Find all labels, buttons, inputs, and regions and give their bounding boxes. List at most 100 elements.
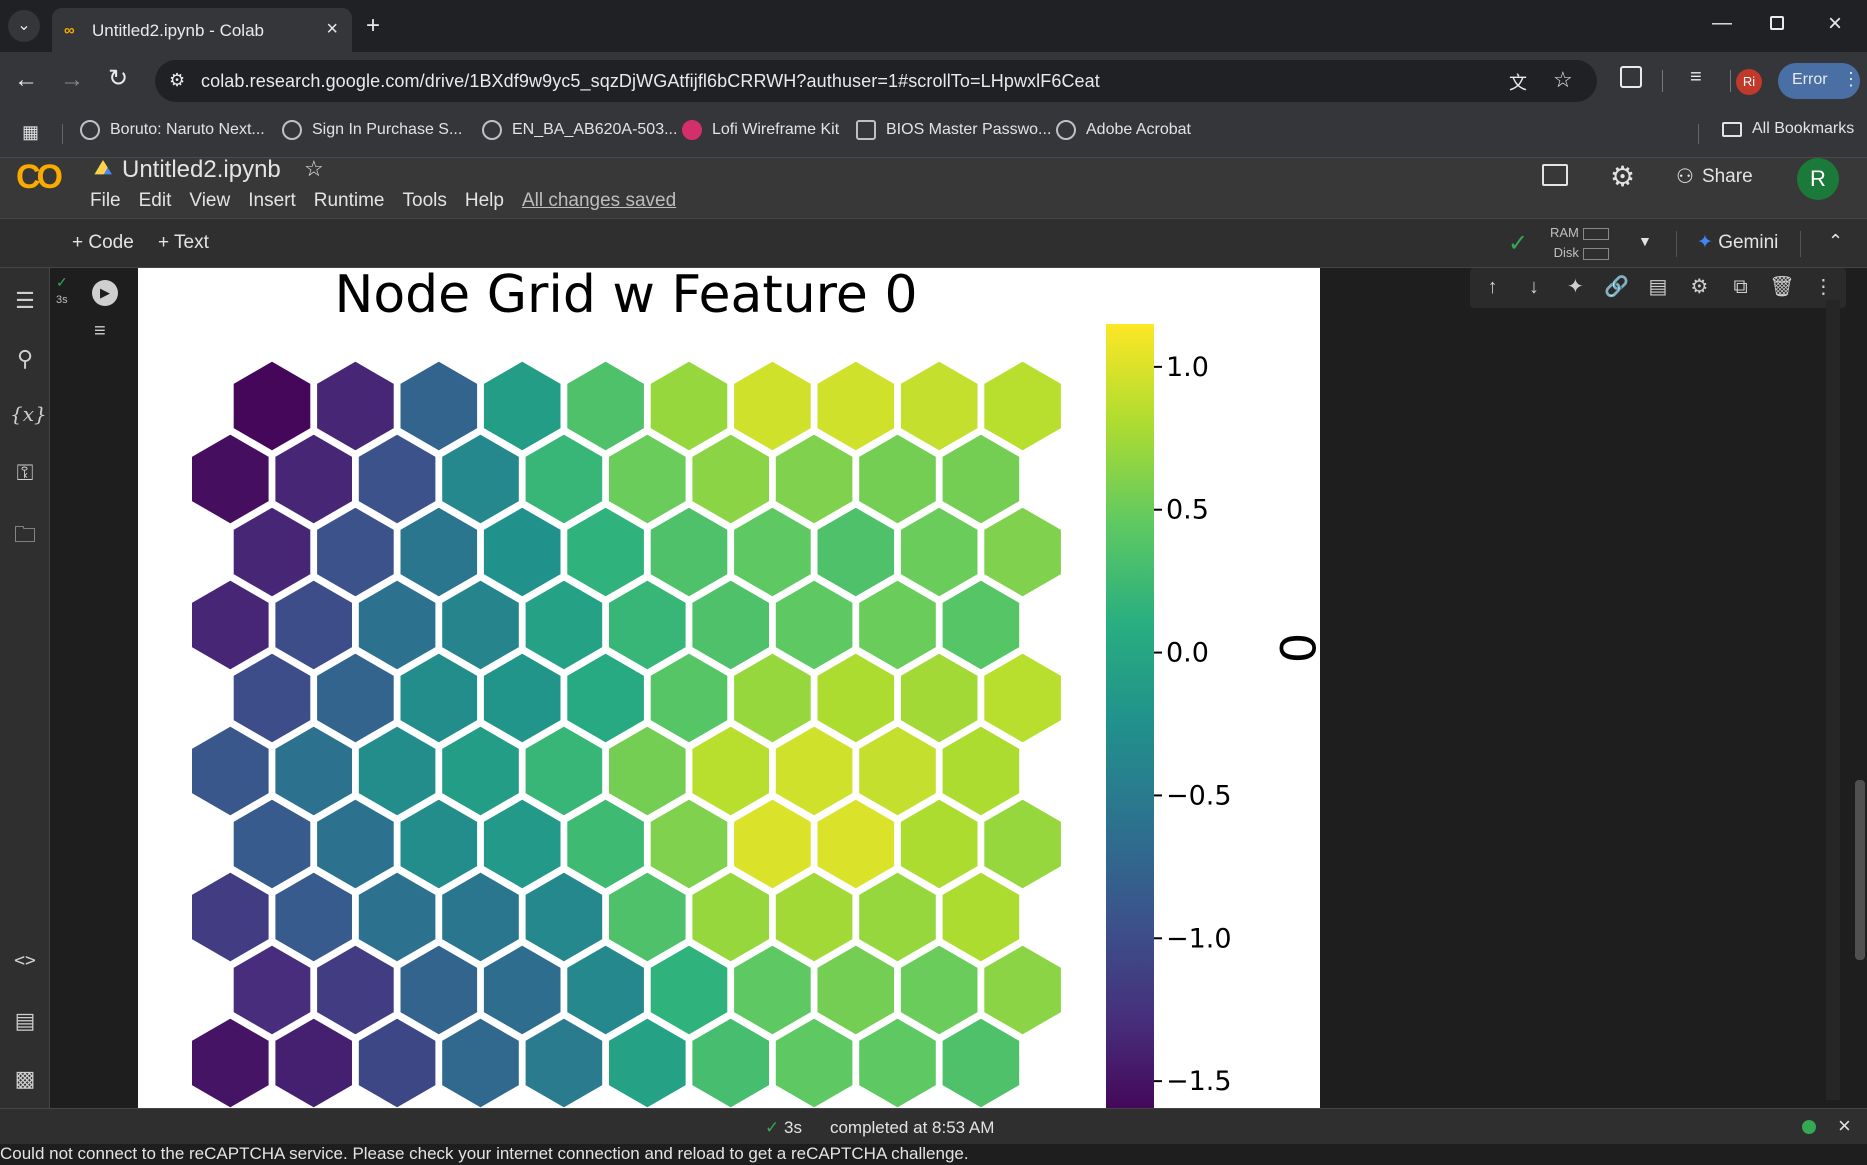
colorbar-tick-label: 0.0 <box>1166 638 1209 669</box>
hex-cell <box>189 577 272 673</box>
search-icon[interactable]: ⚲ <box>10 346 40 376</box>
profile-avatar[interactable]: Ri <box>1736 69 1762 95</box>
colorbar-tick-label: 1.0 <box>1166 352 1209 383</box>
browser-tab-active[interactable]: ∞ Untitled2.ipynb - Colab × <box>52 8 352 52</box>
hex-cell <box>981 650 1064 746</box>
save-status[interactable]: All changes saved <box>522 190 676 212</box>
cell-settings-icon[interactable]: ⚙ <box>1687 274 1712 300</box>
menu-view[interactable]: View <box>189 190 230 212</box>
reload-icon[interactable]: ↻ <box>108 64 128 93</box>
share-button[interactable]: ⚇ Share <box>1676 164 1753 189</box>
hex-cell <box>272 1015 355 1108</box>
new-tab-button[interactable]: + <box>366 12 380 40</box>
resource-monitor[interactable]: RAM Disk <box>1550 223 1609 263</box>
colab-logo[interactable]: CO <box>16 158 63 197</box>
runtime-dropdown-icon[interactable]: ▼ <box>1638 233 1652 249</box>
status-message: completed at 8:53 AM <box>829 1118 995 1137</box>
output-actions-icon[interactable]: ≡ <box>94 320 106 343</box>
page-scrollbar-thumb[interactable] <box>1855 780 1865 960</box>
star-icon[interactable]: ☆ <box>304 156 324 182</box>
user-avatar[interactable]: R <box>1797 158 1839 200</box>
more-vert-icon: ⋮ <box>1842 69 1860 89</box>
translate-icon[interactable]: 文 <box>1509 69 1527 95</box>
notebook-title[interactable]: Untitled2.ipynb <box>122 156 281 184</box>
move-down-icon[interactable]: ↓ <box>1521 274 1546 300</box>
window-close-button[interactable]: × <box>1828 10 1842 38</box>
link-icon[interactable]: 🔗 <box>1604 274 1629 300</box>
menu-tools[interactable]: Tools <box>403 190 447 212</box>
more-vert-icon[interactable]: ⋮ <box>1811 274 1836 300</box>
terminal-icon[interactable]: ▩ <box>10 1066 40 1096</box>
bookmark-star-icon[interactable]: ☆ <box>1553 67 1573 93</box>
command-palette-icon[interactable]: ▤ <box>10 1008 40 1038</box>
hex-cell <box>564 358 647 454</box>
hex-cell <box>230 650 314 746</box>
connection-status-dot[interactable] <box>1802 1120 1816 1134</box>
hex-cell <box>772 723 856 819</box>
secrets-key-icon[interactable]: ⚿ <box>10 460 40 490</box>
hex-cell <box>314 796 397 892</box>
delete-icon[interactable]: 🗑 <box>1769 274 1794 300</box>
back-icon[interactable]: ← <box>14 66 38 94</box>
menu-runtime[interactable]: Runtime <box>314 190 385 212</box>
bookmark-item[interactable]: Adobe Acrobat <box>1056 120 1191 140</box>
comments-icon[interactable] <box>1542 164 1568 186</box>
bookmark-item[interactable]: BIOS Master Passwo... <box>856 120 1051 140</box>
hex-cell <box>939 1015 1023 1108</box>
address-bar[interactable]: ⚙ colab.research.google.com/drive/1BXdf9… <box>155 60 1597 102</box>
tab-search-button[interactable]: ⌄ <box>8 10 40 42</box>
left-sidebar: ☰ ⚲ {x} ⚿ 🗀 <> ▤ ▩ <box>0 268 50 1108</box>
hex-cell <box>772 869 856 965</box>
gemini-button[interactable]: ✦ Gemini <box>1697 231 1778 254</box>
hex-cell <box>272 723 355 819</box>
add-text-button[interactable]: + Text <box>158 232 209 254</box>
menu-help[interactable]: Help <box>465 190 504 212</box>
bookmark-item[interactable]: Boruto: Naruto Next... <box>80 120 265 140</box>
browser-error-button[interactable]: Error ⋮ <box>1778 63 1860 99</box>
mirror-cell-icon[interactable]: ⧉ <box>1728 274 1753 300</box>
bookmark-item[interactable]: EN_BA_AB620A-503... <box>482 120 677 140</box>
recaptcha-warning: Could not connect to the reCAPTCHA servi… <box>0 1144 1867 1165</box>
hex-cell <box>230 358 314 454</box>
divider <box>1676 231 1677 257</box>
hex-cell <box>814 942 898 1038</box>
site-info-icon[interactable]: ⚙ <box>169 70 185 91</box>
bookmark-item[interactable]: Sign In Purchase S... <box>282 120 462 140</box>
menu-edit[interactable]: Edit <box>139 190 172 212</box>
variables-icon[interactable]: {x} <box>10 402 47 432</box>
hex-cell <box>731 650 814 746</box>
hex-cell <box>772 1015 856 1108</box>
settings-gear-icon[interactable]: ⚙ <box>1610 160 1635 193</box>
add-code-button[interactable]: + Code <box>72 232 134 254</box>
apps-grid-icon[interactable]: ▦ <box>22 122 39 143</box>
comment-icon[interactable]: ▤ <box>1645 274 1670 300</box>
all-bookmarks-button[interactable]: All Bookmarks <box>1722 120 1854 138</box>
bookmark-item[interactable]: Lofi Wireframe Kit <box>682 120 839 140</box>
hex-cell <box>439 577 522 673</box>
minimize-button[interactable]: — <box>1712 12 1732 35</box>
url-text[interactable]: colab.research.google.com/drive/1BXdf9w9… <box>201 71 1100 92</box>
hex-cell <box>272 869 355 965</box>
run-cell-button[interactable]: ▶ <box>92 280 118 306</box>
hex-cell <box>397 358 481 454</box>
media-control-icon[interactable]: ≡ <box>1690 66 1702 89</box>
restore-button[interactable] <box>1770 16 1784 30</box>
menu-file[interactable]: File <box>90 190 121 212</box>
code-snippets-icon[interactable]: <> <box>10 950 40 980</box>
hex-cell <box>355 869 439 965</box>
collapse-chevron-icon[interactable]: ⌃ <box>1828 231 1843 252</box>
table-of-contents-icon[interactable]: ☰ <box>10 288 40 318</box>
tab-close-icon[interactable]: × <box>326 18 338 41</box>
hex-cell <box>480 796 564 892</box>
hex-cell <box>606 723 689 819</box>
hex-cell <box>397 796 481 892</box>
extensions-icon[interactable] <box>1620 66 1642 88</box>
files-folder-icon[interactable]: 🗀 <box>10 518 40 548</box>
menu-insert[interactable]: Insert <box>248 190 296 212</box>
close-statusbar-icon[interactable]: × <box>1838 1113 1851 1139</box>
gemini-sparkle-icon[interactable]: ✦ <box>1563 274 1588 300</box>
move-up-icon[interactable]: ↑ <box>1480 274 1505 300</box>
notebook-scrollbar-track[interactable] <box>1826 300 1840 1100</box>
hex-cell <box>314 504 397 600</box>
forward-icon[interactable]: → <box>60 66 84 94</box>
